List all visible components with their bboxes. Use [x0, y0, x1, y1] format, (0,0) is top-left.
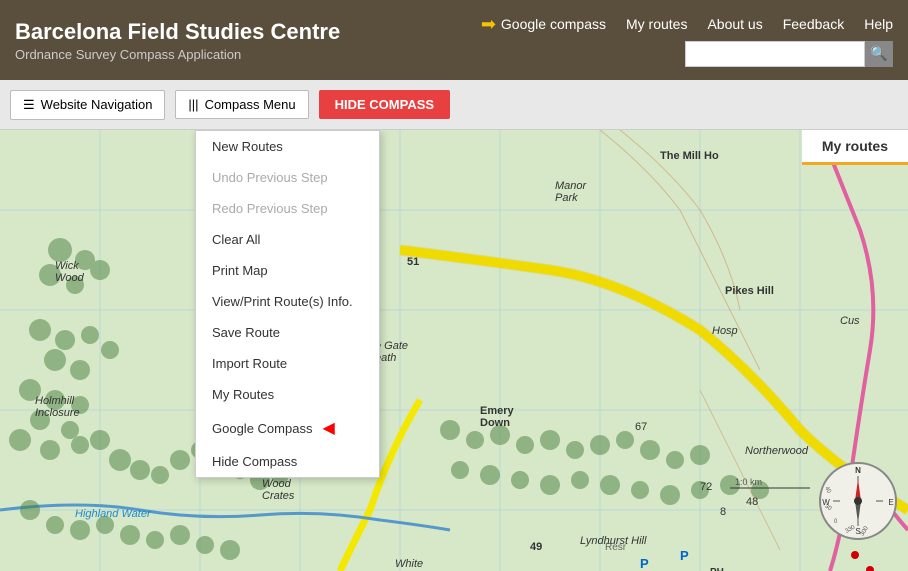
feedback-nav-link[interactable]: Feedback	[783, 16, 844, 32]
menu-view-print-routes[interactable]: View/Print Route(s) Info.	[196, 286, 379, 317]
red-arrow-icon: ◀	[322, 418, 334, 438]
hamburger-icon: ☰	[23, 97, 35, 113]
my-routes-tab-label: My routes	[822, 138, 888, 154]
menu-my-routes[interactable]: My Routes	[196, 379, 379, 410]
hide-compass-button[interactable]: HIDE COMPASS	[319, 90, 450, 119]
menu-hide-compass-label: Hide Compass	[212, 454, 297, 469]
menu-clear-all[interactable]: Clear All	[196, 224, 379, 255]
svg-text:51: 51	[407, 256, 419, 268]
svg-text:P: P	[680, 548, 689, 563]
svg-text:1:0 km: 1:0 km	[735, 477, 762, 487]
menu-print-label: Print Map	[212, 263, 268, 278]
compass-menu-dropdown: New Routes Undo Previous Step Redo Previ…	[195, 130, 380, 478]
menu-save-label: Save Route	[212, 325, 280, 340]
menu-import-route[interactable]: Import Route	[196, 348, 379, 379]
search-button[interactable]: 🔍	[865, 41, 893, 67]
menu-redo-previous-step[interactable]: Redo Previous Step	[196, 193, 379, 224]
menu-view-print-label: View/Print Route(s) Info.	[212, 294, 353, 309]
menu-redo-label: Redo Previous Step	[212, 201, 328, 216]
map-background: 51 49 67 72 8 48 33 P P P Resr PH P	[0, 130, 908, 571]
my-routes-nav-link[interactable]: My routes	[626, 16, 687, 32]
svg-text:E: E	[888, 498, 893, 507]
menu-new-routes-label: New Routes	[212, 139, 283, 154]
header-right: ➡ Google compass My routes About us Feed…	[481, 14, 893, 67]
arrow-icon: ➡	[481, 14, 496, 35]
menu-print-map[interactable]: Print Map	[196, 255, 379, 286]
map-svg: 51 49 67 72 8 48 33 P P P Resr PH P	[0, 130, 908, 571]
site-title: Barcelona Field Studies Centre	[15, 19, 481, 45]
compass-rose: N S W E 300 330 0 30 40	[818, 461, 898, 541]
search-icon: 🔍	[870, 45, 887, 62]
menu-undo-previous-step[interactable]: Undo Previous Step	[196, 162, 379, 193]
site-subtitle: Ordnance Survey Compass Application	[15, 47, 481, 62]
menu-new-routes[interactable]: New Routes	[196, 131, 379, 162]
menu-my-routes-label: My Routes	[212, 387, 274, 402]
search-bar: 🔍	[685, 41, 893, 67]
my-routes-active-tab[interactable]: My routes	[802, 130, 908, 165]
menu-save-route[interactable]: Save Route	[196, 317, 379, 348]
menu-google-compass[interactable]: Google Compass ◀	[196, 410, 379, 446]
svg-text:Resr: Resr	[605, 542, 627, 553]
svg-text:8: 8	[720, 506, 726, 518]
search-input[interactable]	[685, 41, 865, 67]
header-nav: ➡ Google compass My routes About us Feed…	[481, 14, 893, 35]
help-nav-link[interactable]: Help	[864, 16, 893, 32]
svg-text:N: N	[855, 466, 861, 475]
map-container[interactable]: 51 49 67 72 8 48 33 P P P Resr PH P	[0, 130, 908, 571]
website-nav-button[interactable]: ☰ Website Navigation	[10, 90, 165, 120]
svg-text:67: 67	[635, 421, 647, 433]
menu-import-label: Import Route	[212, 356, 287, 371]
menu-undo-label: Undo Previous Step	[212, 170, 328, 185]
toolbar: ☰ Website Navigation ||| Compass Menu HI…	[0, 80, 908, 130]
menu-icon: |||	[188, 97, 198, 112]
svg-text:72: 72	[700, 481, 712, 493]
about-us-nav-link[interactable]: About us	[707, 16, 762, 32]
menu-google-compass-label: Google Compass	[212, 421, 312, 436]
svg-text:48: 48	[746, 496, 758, 508]
menu-hide-compass[interactable]: Hide Compass	[196, 446, 379, 477]
site-branding: Barcelona Field Studies Centre Ordnance …	[15, 19, 481, 62]
svg-text:49: 49	[530, 541, 542, 553]
site-header: Barcelona Field Studies Centre Ordnance …	[0, 0, 908, 80]
compass-menu-button[interactable]: ||| Compass Menu	[175, 90, 308, 119]
menu-clear-label: Clear All	[212, 232, 260, 247]
svg-text:P: P	[640, 556, 649, 571]
svg-text:PH: PH	[710, 567, 724, 571]
google-compass-nav-link[interactable]: ➡ Google compass	[481, 14, 606, 35]
